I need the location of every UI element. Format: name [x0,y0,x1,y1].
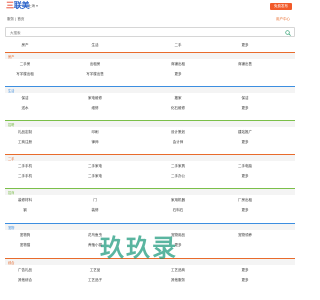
category-link[interactable]: 家用机器 [171,198,185,203]
section-header: 二手 [5,154,295,161]
category-link[interactable]: 保洁 [22,96,29,101]
search-box [5,27,295,37]
category-link[interactable]: 律师 [92,140,99,145]
category-link[interactable]: 搬家 [175,96,182,101]
category-link[interactable]: 二手手机 [18,174,32,179]
section-title[interactable]: 招聘 [8,123,14,127]
quick-link[interactable]: 更多 [242,43,249,48]
section-title[interactable]: 生活 [8,89,14,93]
category-row: 工商注册 律师 会计师 更多 [5,137,295,147]
category-row: 二手手机 二手家电 二手家具 二手电脑 [5,161,295,171]
category-link[interactable]: 厂房出租 [238,198,252,203]
search-input[interactable] [10,28,280,37]
section-header: 招聘 [5,120,295,127]
user-center-link[interactable]: 用户中心 [276,17,290,22]
section-title[interactable]: 房产 [8,55,14,59]
category-link[interactable]: 工艺品子 [88,278,102,283]
category-link[interactable]: 礼品定制 [18,130,32,135]
category-link[interactable]: 石料石 [173,208,184,213]
category-link[interactable]: 工艺品商 [171,268,185,273]
watermark: 玖玖录 [100,234,178,262]
category-link[interactable]: 更多 [242,174,249,179]
category-link[interactable]: 二手家电 [88,164,102,169]
quick-links: 房产 生活 二手 更多 [5,40,295,51]
section-header: 房产 [5,52,295,59]
quick-link[interactable]: 生活 [92,43,99,48]
category-section: 生活保洁 家电维修 搬家 保洁送水 维修 化石维修 更多 [5,86,295,113]
category-section: 二手 二手手机 二手家电 二手家具 二手电脑 二手手机 二手家电 二手办公 更多 [5,154,295,181]
category-link[interactable]: 印刷 [92,130,99,135]
quick-link[interactable]: 二手 [175,43,182,48]
category-link[interactable]: 写字楼出租 [16,72,34,77]
category-link[interactable]: 宠物领养 [238,233,252,238]
category-link[interactable]: 更多 [242,208,249,213]
category-link[interactable]: 保洁 [242,96,249,101]
category-link[interactable]: 送水 [22,106,29,111]
quick-link[interactable]: 房产 [22,43,29,48]
category-link[interactable]: 二手家电 [88,174,102,179]
category-row: 装修材料 门 家用机器 厂房出租 [5,195,295,205]
section-title[interactable]: 综合 [8,261,14,265]
category-link[interactable]: 二手电脑 [238,164,252,169]
category-section: 招商 装修材料 门 家用机器 厂房出租钢 装修 石料石 更多 [5,188,295,215]
category-link[interactable]: 装修 [92,208,99,213]
logo-mark: 三 [6,1,14,10]
category-link[interactable]: 二手手机 [18,164,32,169]
category-link[interactable]: 装修材料 [18,198,32,203]
section-header: 招商 [5,188,295,195]
category-link[interactable]: 更多 [242,278,249,283]
category-link[interactable]: 维修 [92,106,99,111]
category-link[interactable]: 其他综合 [18,278,32,283]
category-link[interactable]: 商铺出租 [171,62,185,67]
city-switch[interactable]: 上海 ▾ [28,4,38,8]
publish-button[interactable]: 免费发布 [270,3,292,10]
category-link[interactable]: 二手办公 [171,174,185,179]
category-link[interactable]: 更多 [242,140,249,145]
site-logo[interactable]: 三联美 [6,1,30,10]
category-link[interactable]: 家电维修 [88,96,102,101]
category-link[interactable]: 会计师 [173,140,184,145]
category-section: 房产二手房 出租房 商铺出租 商铺出售写字楼出租 写字楼出售 更多 [5,52,295,79]
category-link[interactable]: 工商注册 [18,140,32,145]
section-title[interactable]: 宠物 [8,226,14,230]
category-link[interactable]: 出租房 [90,62,101,67]
category-row: 其他综合 工艺品子 其他服务 更多 [5,275,295,285]
category-link[interactable]: 商铺出售 [238,62,252,67]
category-row: 钢 装修 石料石 更多 [5,205,295,215]
category-link[interactable]: 更多 [242,106,249,111]
category-link[interactable]: 工艺品 [90,268,101,273]
category-link[interactable]: 宠物猫 [20,243,31,248]
section-title[interactable]: 招商 [8,191,14,195]
breadcrumb[interactable]: 服务 | 首页 [7,17,24,22]
category-link[interactable]: 钢 [23,208,27,213]
category-link[interactable]: 设计策划 [171,130,185,135]
category-link[interactable]: 其他服务 [171,278,185,283]
category-link[interactable]: 二手家具 [171,164,185,169]
sub-header: 服务 | 首页 用户中心 [0,15,300,23]
category-link[interactable]: 二手房 [20,62,31,67]
section-header: 生活 [5,86,295,93]
category-row: 保洁 家电维修 搬家 保洁 [5,93,295,103]
category-row: 送水 维修 化石维修 更多 [5,103,295,113]
category-link[interactable]: 建站推广 [238,130,252,135]
category-link[interactable]: 门 [93,198,97,203]
top-bar: 三联美 上海 ▾ 免费发布 [0,0,300,12]
category-link[interactable]: 写字楼出售 [86,72,104,77]
category-section: 招聘 礼品定制 印刷 设计策划 建站推广工商注册 律师 会计师 更多 [5,120,295,147]
category-link[interactable]: 广告礼品 [18,268,32,273]
section-title[interactable]: 二手 [8,157,14,161]
category-link[interactable]: 化石维修 [171,106,185,111]
category-row: 礼品定制 印刷 设计策划 建站推广 [5,127,295,137]
category-link[interactable]: 更多 [175,72,182,77]
category-row: 二手手机 二手家电 二手办公 更多 [5,171,295,181]
category-row: 二手房 出租房 商铺出租 商铺出售 [5,59,295,69]
search-icon[interactable] [285,29,291,36]
category-link[interactable]: 更多 [242,268,249,273]
category-row: 写字楼出租 写字楼出售 更多 [5,69,295,79]
category-link[interactable]: 宠物狗 [20,233,31,238]
